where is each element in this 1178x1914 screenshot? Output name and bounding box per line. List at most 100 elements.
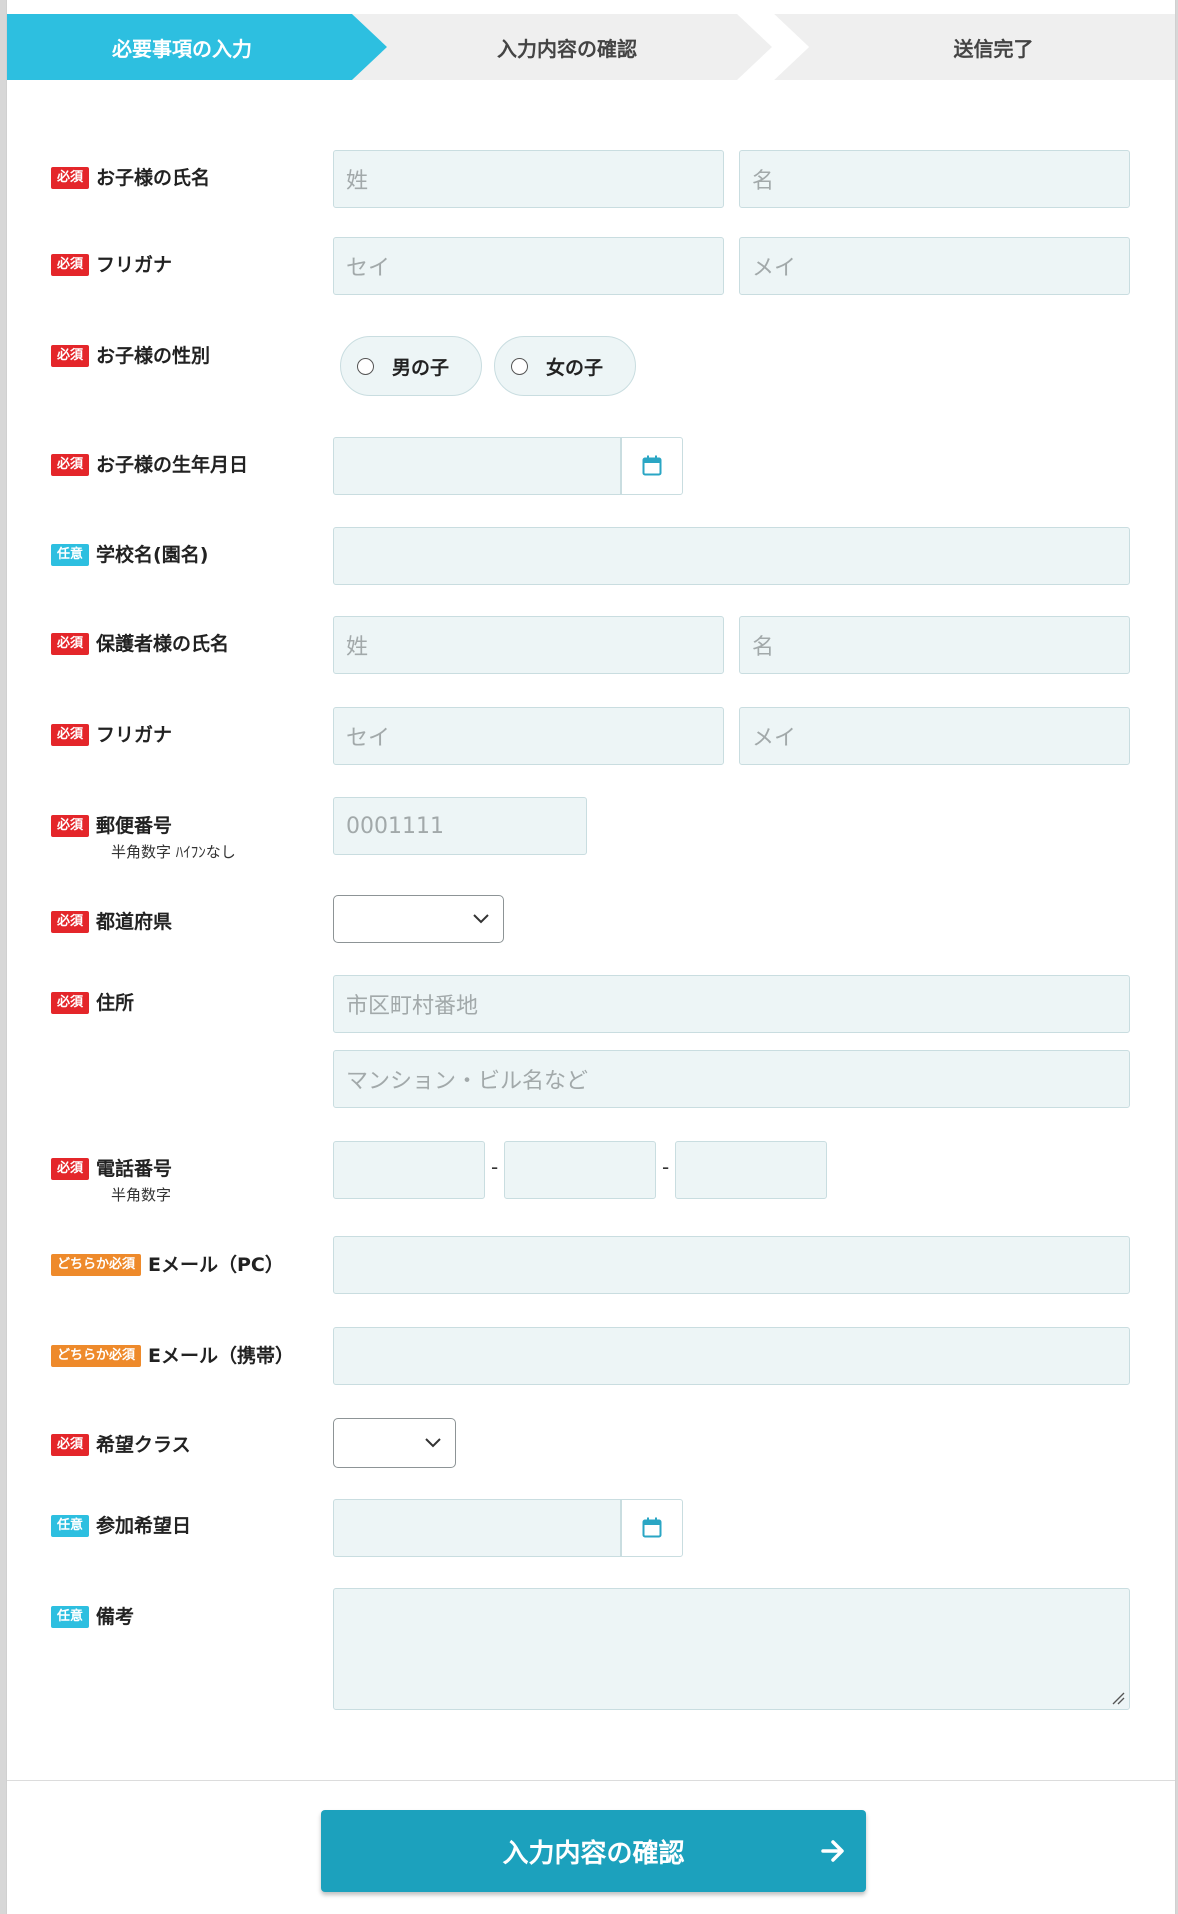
optional-badge: 任意 [51,1606,90,1628]
calendar-icon [642,455,662,476]
required-badge: 必須 [51,911,90,933]
required-badge: 必須 [51,724,90,746]
guardian-name-label: 必須 保護者様の氏名 [51,633,229,655]
step-complete-label: 送信完了 [953,36,1034,61]
email-mobile-input[interactable] [333,1327,1130,1385]
child-kana-label-text: フリガナ [96,254,173,276]
either-required-badge: どちらか必須 [51,1254,142,1276]
optional-badge: 任意 [51,1515,90,1537]
class-label: 必須 希望クラス [51,1434,191,1456]
prefecture-label-text: 都道府県 [96,911,173,933]
email-mobile-label-text: Eメール（携帯） [148,1345,294,1367]
gender-girl-radio[interactable]: 女の子 [494,336,636,396]
child-last-kana-input[interactable]: セイ [333,237,724,295]
class-select[interactable] [333,1418,456,1468]
child-birthday-label: 必須 お子様の生年月日 [51,454,248,476]
child-gender-label: 必須 お子様の性別 [51,345,210,367]
email-pc-label-text: Eメール（PC） [148,1254,284,1276]
guardian-kana-label-text: フリガナ [96,724,173,746]
step-complete: 送信完了 [772,14,1175,80]
email-pc-input[interactable] [333,1236,1130,1294]
child-kana-label: 必須 フリガナ [51,254,172,276]
remarks-label: 任意 備考 [51,1606,134,1628]
date-input[interactable] [333,1499,621,1557]
postal-note: 半角数字 ﾊｲﾌﾝなし [111,843,236,861]
birthday-input[interactable] [333,437,621,495]
date-calendar-button[interactable] [621,1499,683,1557]
guardian-first-kana-input[interactable]: メイ [739,707,1130,765]
step-input: 必要事項の入力 [7,14,387,80]
guardian-name-label-text: 保護者様の氏名 [96,633,230,655]
school-label: 任意 学校名(園名) [51,544,208,566]
gender-boy-radio[interactable]: 男の子 [340,336,482,396]
resize-grip-icon[interactable] [1111,1691,1125,1705]
radio-circle-icon [357,357,374,375]
date-label-text: 参加希望日 [96,1515,192,1537]
class-label-text: 希望クラス [96,1434,191,1456]
guardian-kana-label: 必須 フリガナ [51,724,172,746]
optional-badge: 任意 [51,544,90,566]
required-badge: 必須 [51,345,90,367]
guardian-first-name-input[interactable]: 名 [739,616,1130,674]
child-first-kana-input[interactable]: メイ [739,237,1130,295]
radio-circle-icon [511,357,528,375]
required-badge: 必須 [51,254,90,276]
phone-part1-input[interactable] [333,1141,485,1199]
phone-separator: - [491,1155,499,1179]
address-line1-input[interactable]: 市区町村番地 [333,975,1130,1033]
step-separator-icon [770,14,809,80]
gender-girl-label: 女の子 [546,356,604,379]
step-confirm: 入力内容の確認 [352,14,772,80]
phone-note: 半角数字 [111,1186,172,1204]
prefecture-label: 必須 都道府県 [51,911,172,933]
address-label-text: 住所 [96,992,135,1014]
required-badge: 必須 [51,633,90,655]
address-label: 必須 住所 [51,992,134,1014]
postal-label-text: 郵便番号 [96,815,173,837]
required-badge: 必須 [51,1158,90,1180]
required-badge: 必須 [51,992,90,1014]
chevron-down-icon [473,914,489,924]
step-input-label: 必要事項の入力 [112,36,252,61]
required-badge: 必須 [51,167,90,189]
school-label-text: 学校名(園名) [96,544,209,566]
child-last-name-input[interactable]: 姓 [333,150,724,208]
child-name-label: 必須 お子様の氏名 [51,167,210,189]
chevron-down-icon [425,1438,441,1448]
footer-divider [7,1780,1175,1781]
either-required-badge: どちらか必須 [51,1345,142,1367]
calendar-icon [642,1517,662,1538]
confirm-submit-button[interactable]: 入力内容の確認 [321,1810,866,1892]
phone-label: 必須 電話番号 [51,1158,172,1180]
school-input[interactable] [333,527,1130,585]
address-line2-input[interactable]: マンション・ビル名など [333,1050,1130,1108]
postal-label: 必須 郵便番号 [51,815,172,837]
child-first-name-input[interactable]: 名 [739,150,1130,208]
date-label: 任意 参加希望日 [51,1515,191,1537]
required-badge: 必須 [51,1434,90,1456]
required-badge: 必須 [51,815,90,837]
gender-boy-label: 男の子 [392,356,450,379]
guardian-last-kana-input[interactable]: セイ [333,707,724,765]
child-name-label-text: お子様の氏名 [96,167,211,189]
guardian-last-name-input[interactable]: 姓 [333,616,724,674]
email-mobile-label: どちらか必須 Eメール（携帯） [51,1345,294,1367]
remarks-label-text: 備考 [96,1606,135,1628]
remarks-textarea[interactable] [333,1588,1130,1710]
birthday-calendar-button[interactable] [621,437,683,495]
form-page: 必要事項の入力 入力内容の確認 送信完了 必須 お子様の氏名 姓 名 必須 フリ… [6,0,1176,1914]
prefecture-select[interactable] [333,895,504,943]
email-pc-label: どちらか必須 Eメール（PC） [51,1254,284,1276]
child-gender-label-text: お子様の性別 [96,345,211,367]
child-birthday-label-text: お子様の生年月日 [96,454,249,476]
step-confirm-label: 入力内容の確認 [497,36,637,61]
arrow-right-icon [821,1840,844,1862]
postal-input[interactable]: 0001111 [333,797,587,855]
progress-steps: 必要事項の入力 入力内容の確認 送信完了 [7,14,1175,80]
phone-label-text: 電話番号 [96,1158,173,1180]
phone-separator: - [662,1155,670,1179]
required-badge: 必須 [51,454,90,476]
phone-part2-input[interactable] [504,1141,656,1199]
confirm-submit-label: 入力内容の確認 [502,1838,685,1869]
phone-part3-input[interactable] [675,1141,827,1199]
